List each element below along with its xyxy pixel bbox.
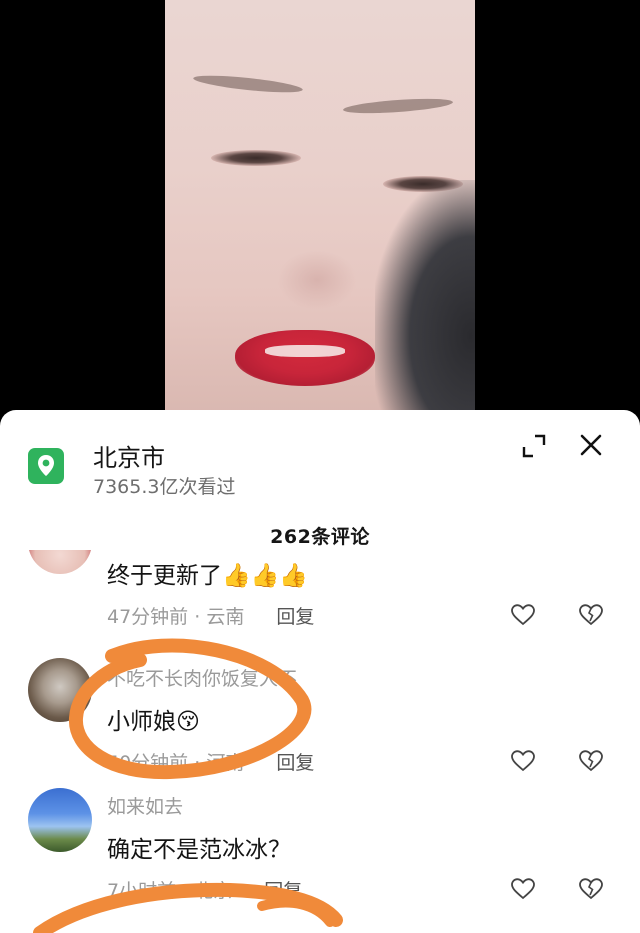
video-content — [211, 150, 301, 166]
video-content — [192, 72, 304, 96]
comment-text: 小师娘😚 — [107, 702, 200, 736]
comment-meta: 47分钟前 · 云南 回复 — [107, 602, 314, 629]
meta-separator: · — [194, 606, 207, 628]
location-title[interactable]: 北京市 — [93, 438, 165, 473]
broken-heart-icon[interactable] — [578, 748, 604, 774]
comment-meta: 7小时前 · 北京 回复 — [107, 876, 302, 903]
expand-icon[interactable] — [522, 434, 546, 458]
comment-list[interactable]: 终于更新了👍👍👍 47分钟前 · 云南 回复 不吃不长肉你饭复人不 小师娘😚 5… — [0, 550, 640, 933]
comment-text-content: 终于更新了 — [107, 563, 222, 589]
comment-sheet: 北京市 7365.3亿次看过 262条评论 终于更新了👍👍👍 47分钟前 · 云… — [0, 410, 640, 933]
heart-icon[interactable] — [510, 876, 536, 902]
heart-icon[interactable] — [510, 748, 536, 774]
broken-heart-icon[interactable] — [578, 876, 604, 902]
avatar[interactable] — [28, 550, 92, 574]
thumbs-up-emoji: 👍👍👍 — [222, 563, 308, 589]
video-content — [265, 345, 345, 357]
comment-text-content: 小师娘 — [107, 709, 176, 735]
close-icon[interactable] — [578, 432, 604, 458]
reply-button[interactable]: 回复 — [276, 606, 314, 628]
comment-meta: 50分钟前 · 河南 回复 — [107, 748, 314, 775]
meta-separator: · — [194, 752, 207, 774]
comment-count: 262条评论 — [270, 526, 370, 548]
kissing-emoji: 😚 — [176, 709, 200, 735]
comment-text: 终于更新了👍👍👍 — [107, 556, 308, 590]
reply-button[interactable]: 回复 — [276, 752, 314, 774]
reply-button[interactable]: 回复 — [264, 880, 302, 902]
comment-username[interactable]: 如来如去 — [107, 792, 183, 819]
comment-time: 7小时前 — [107, 880, 177, 902]
comment-username[interactable]: 不吃不长肉你饭复人不 — [107, 664, 297, 691]
avatar[interactable] — [28, 658, 92, 722]
video-content — [235, 330, 375, 386]
location-view-count: 7365.3亿次看过 — [93, 476, 236, 498]
comment-time: 50分钟前 — [107, 752, 189, 774]
video-player[interactable] — [165, 0, 475, 420]
video-content — [375, 180, 475, 420]
comment-region: 河南 — [206, 752, 245, 774]
broken-heart-icon[interactable] — [578, 602, 604, 628]
meta-separator: · — [182, 880, 195, 902]
comment-text: 确定不是范冰冰？ — [107, 837, 291, 863]
video-content — [342, 96, 454, 116]
avatar[interactable] — [28, 788, 92, 852]
comment-time: 47分钟前 — [107, 606, 189, 628]
comment-region: 云南 — [206, 606, 245, 628]
video-content — [277, 250, 357, 310]
heart-icon[interactable] — [510, 602, 536, 628]
map-pin-icon[interactable] — [28, 448, 64, 484]
comment-region: 北京 — [194, 880, 233, 902]
app-screen: 北京市 7365.3亿次看过 262条评论 终于更新了👍👍👍 47分钟前 · 云… — [0, 0, 640, 933]
